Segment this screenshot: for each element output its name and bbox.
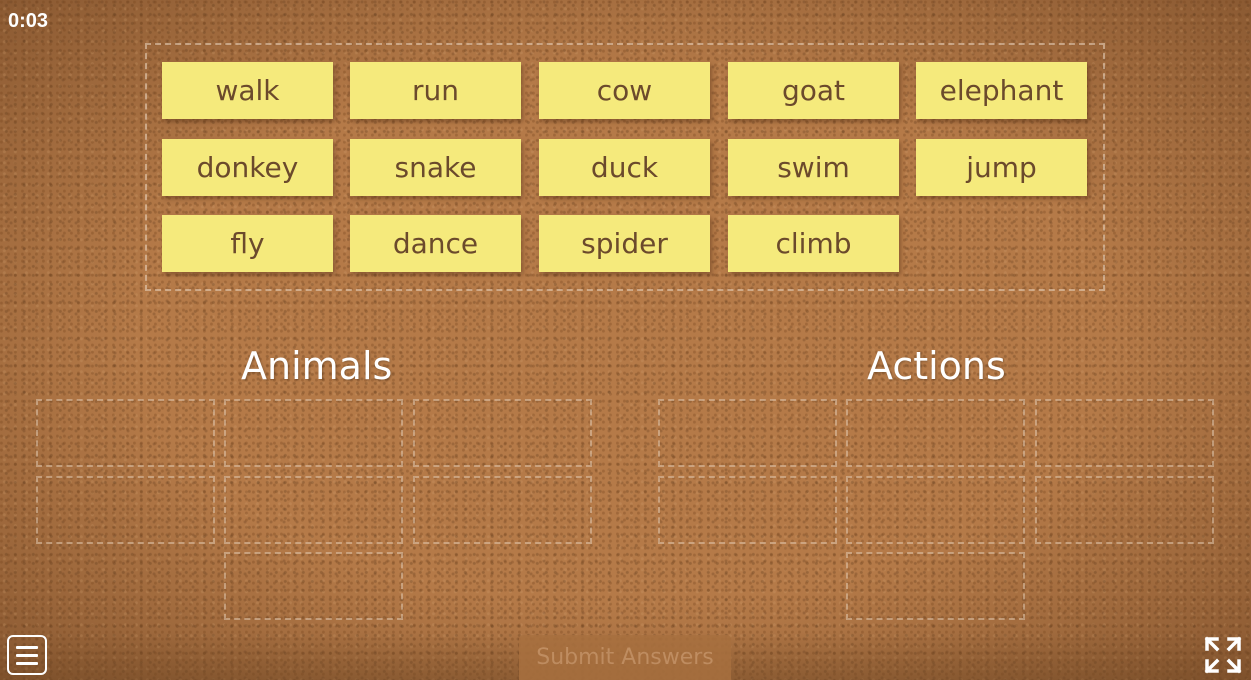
word-card-jump[interactable]: jump: [916, 139, 1087, 196]
hamburger-menu-icon: [16, 653, 38, 657]
animals-drop-slot[interactable]: [413, 476, 592, 544]
word-card-climb[interactable]: climb: [728, 215, 899, 272]
animals-drop-slot[interactable]: [224, 552, 403, 620]
hamburger-menu-icon: [16, 661, 38, 665]
category-heading-animals: Animals: [241, 344, 393, 388]
category-heading-actions: Actions: [867, 344, 1006, 388]
word-card-walk[interactable]: walk: [162, 62, 333, 119]
actions-drop-slot[interactable]: [658, 399, 837, 467]
word-card-elephant[interactable]: elephant: [916, 62, 1087, 119]
animals-drop-slot[interactable]: [224, 399, 403, 467]
word-card-spider[interactable]: spider: [539, 215, 710, 272]
animals-drop-slot[interactable]: [36, 399, 215, 467]
fullscreen-button[interactable]: [1203, 635, 1243, 675]
word-card-donkey[interactable]: donkey: [162, 139, 333, 196]
animals-drop-slot[interactable]: [413, 399, 592, 467]
word-card-swim[interactable]: swim: [728, 139, 899, 196]
animals-drop-slot[interactable]: [36, 476, 215, 544]
word-card-cow[interactable]: cow: [539, 62, 710, 119]
word-card-run[interactable]: run: [350, 62, 521, 119]
timer: 0:03: [8, 10, 49, 32]
word-card-fly[interactable]: fly: [162, 215, 333, 272]
actions-drop-slot[interactable]: [1035, 476, 1214, 544]
word-card-goat[interactable]: goat: [728, 62, 899, 119]
menu-button[interactable]: [7, 635, 47, 675]
actions-drop-slot[interactable]: [846, 552, 1025, 620]
animals-drop-slot[interactable]: [224, 476, 403, 544]
actions-drop-slot[interactable]: [846, 399, 1025, 467]
actions-drop-slot[interactable]: [658, 476, 837, 544]
word-card-dance[interactable]: dance: [350, 215, 521, 272]
actions-drop-slot[interactable]: [1035, 399, 1214, 467]
word-card-duck[interactable]: duck: [539, 139, 710, 196]
word-card-snake[interactable]: snake: [350, 139, 521, 196]
submit-answers-button[interactable]: Submit Answers: [519, 635, 731, 680]
hamburger-menu-icon: [16, 645, 38, 649]
fullscreen-icon: [1204, 636, 1242, 674]
actions-drop-slot[interactable]: [846, 476, 1025, 544]
